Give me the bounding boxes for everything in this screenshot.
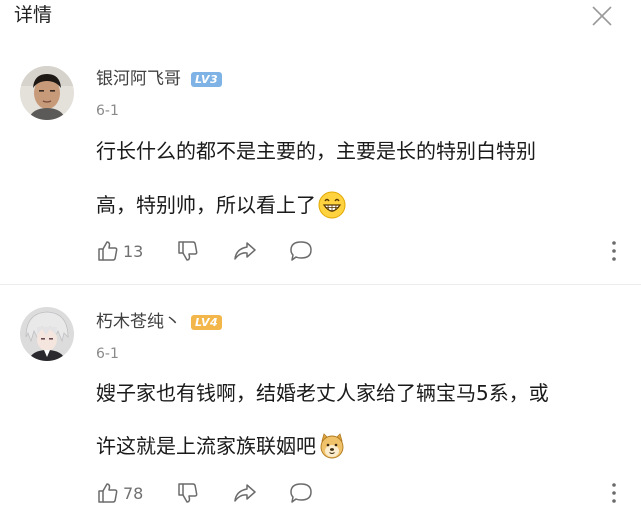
doge-emoji [318, 432, 346, 460]
more-options-button[interactable] [606, 480, 622, 506]
comment-text-line: 许这就是上流家族联姻吧 [96, 432, 346, 460]
comment-text: 行长什么的都不是主要的，主要是长的特别白特别 [96, 139, 536, 163]
avatar[interactable] [20, 66, 74, 120]
username-row: 朽木苍纯丶 LV4 [96, 310, 223, 334]
reply-button[interactable] [288, 480, 314, 506]
comment-actions: 13 [96, 238, 626, 264]
comment-text-line: 嫂子家也有钱啊，结婚老丈人家给了辆宝马5系，或 [96, 379, 549, 407]
username[interactable]: 银河阿飞哥 [96, 68, 181, 90]
more-options-button[interactable] [606, 238, 622, 264]
header: 详情 [0, 0, 641, 36]
comment-bubble-icon [290, 241, 312, 261]
close-icon [592, 6, 612, 26]
username-row: 银河阿飞哥 LV3 [96, 67, 223, 91]
thumbs-up-icon [98, 483, 118, 503]
share-icon [234, 242, 256, 260]
comment-detail-page: 详情 银河阿飞哥 LV3 6-1 行长什么的都不是主要的，主要是长的特别白特别 … [0, 0, 641, 523]
comment-bubble-icon [290, 483, 312, 503]
page-title: 详情 [14, 4, 53, 26]
avatar[interactable] [20, 307, 74, 361]
share-button[interactable] [232, 238, 258, 264]
username[interactable]: 朽木苍纯丶 [96, 311, 181, 333]
comment-actions: 78 [96, 480, 626, 506]
share-icon [234, 484, 256, 502]
reply-button[interactable] [288, 238, 314, 264]
like-button[interactable]: 78 [96, 480, 143, 506]
grinning-face-emoji [318, 191, 346, 219]
comment-date: 6-1 [96, 346, 119, 362]
thumbs-down-icon [178, 241, 198, 261]
dislike-button[interactable] [176, 238, 200, 264]
like-count: 13 [123, 241, 144, 261]
comment-text: 许这就是上流家族联姻吧 [96, 434, 316, 458]
dislike-button[interactable] [176, 480, 200, 506]
thumbs-up-icon [98, 241, 118, 261]
level-badge: LV3 [191, 71, 223, 87]
divider [0, 284, 641, 285]
comment-text: 高，特别帅，所以看上了 [96, 193, 316, 217]
close-button[interactable] [590, 4, 614, 28]
like-count: 78 [123, 483, 144, 503]
more-vertical-icon [612, 241, 616, 261]
level-badge: LV4 [191, 314, 223, 330]
more-vertical-icon [612, 483, 616, 503]
like-button[interactable]: 13 [96, 238, 143, 264]
comment-text-line: 高，特别帅，所以看上了 [96, 191, 346, 219]
comment-date: 6-1 [96, 103, 119, 119]
comment-text: 嫂子家也有钱啊，结婚老丈人家给了辆宝马5系，或 [96, 381, 549, 405]
thumbs-down-icon [178, 483, 198, 503]
share-button[interactable] [232, 480, 258, 506]
comment-text-line: 行长什么的都不是主要的，主要是长的特别白特别 [96, 137, 536, 165]
